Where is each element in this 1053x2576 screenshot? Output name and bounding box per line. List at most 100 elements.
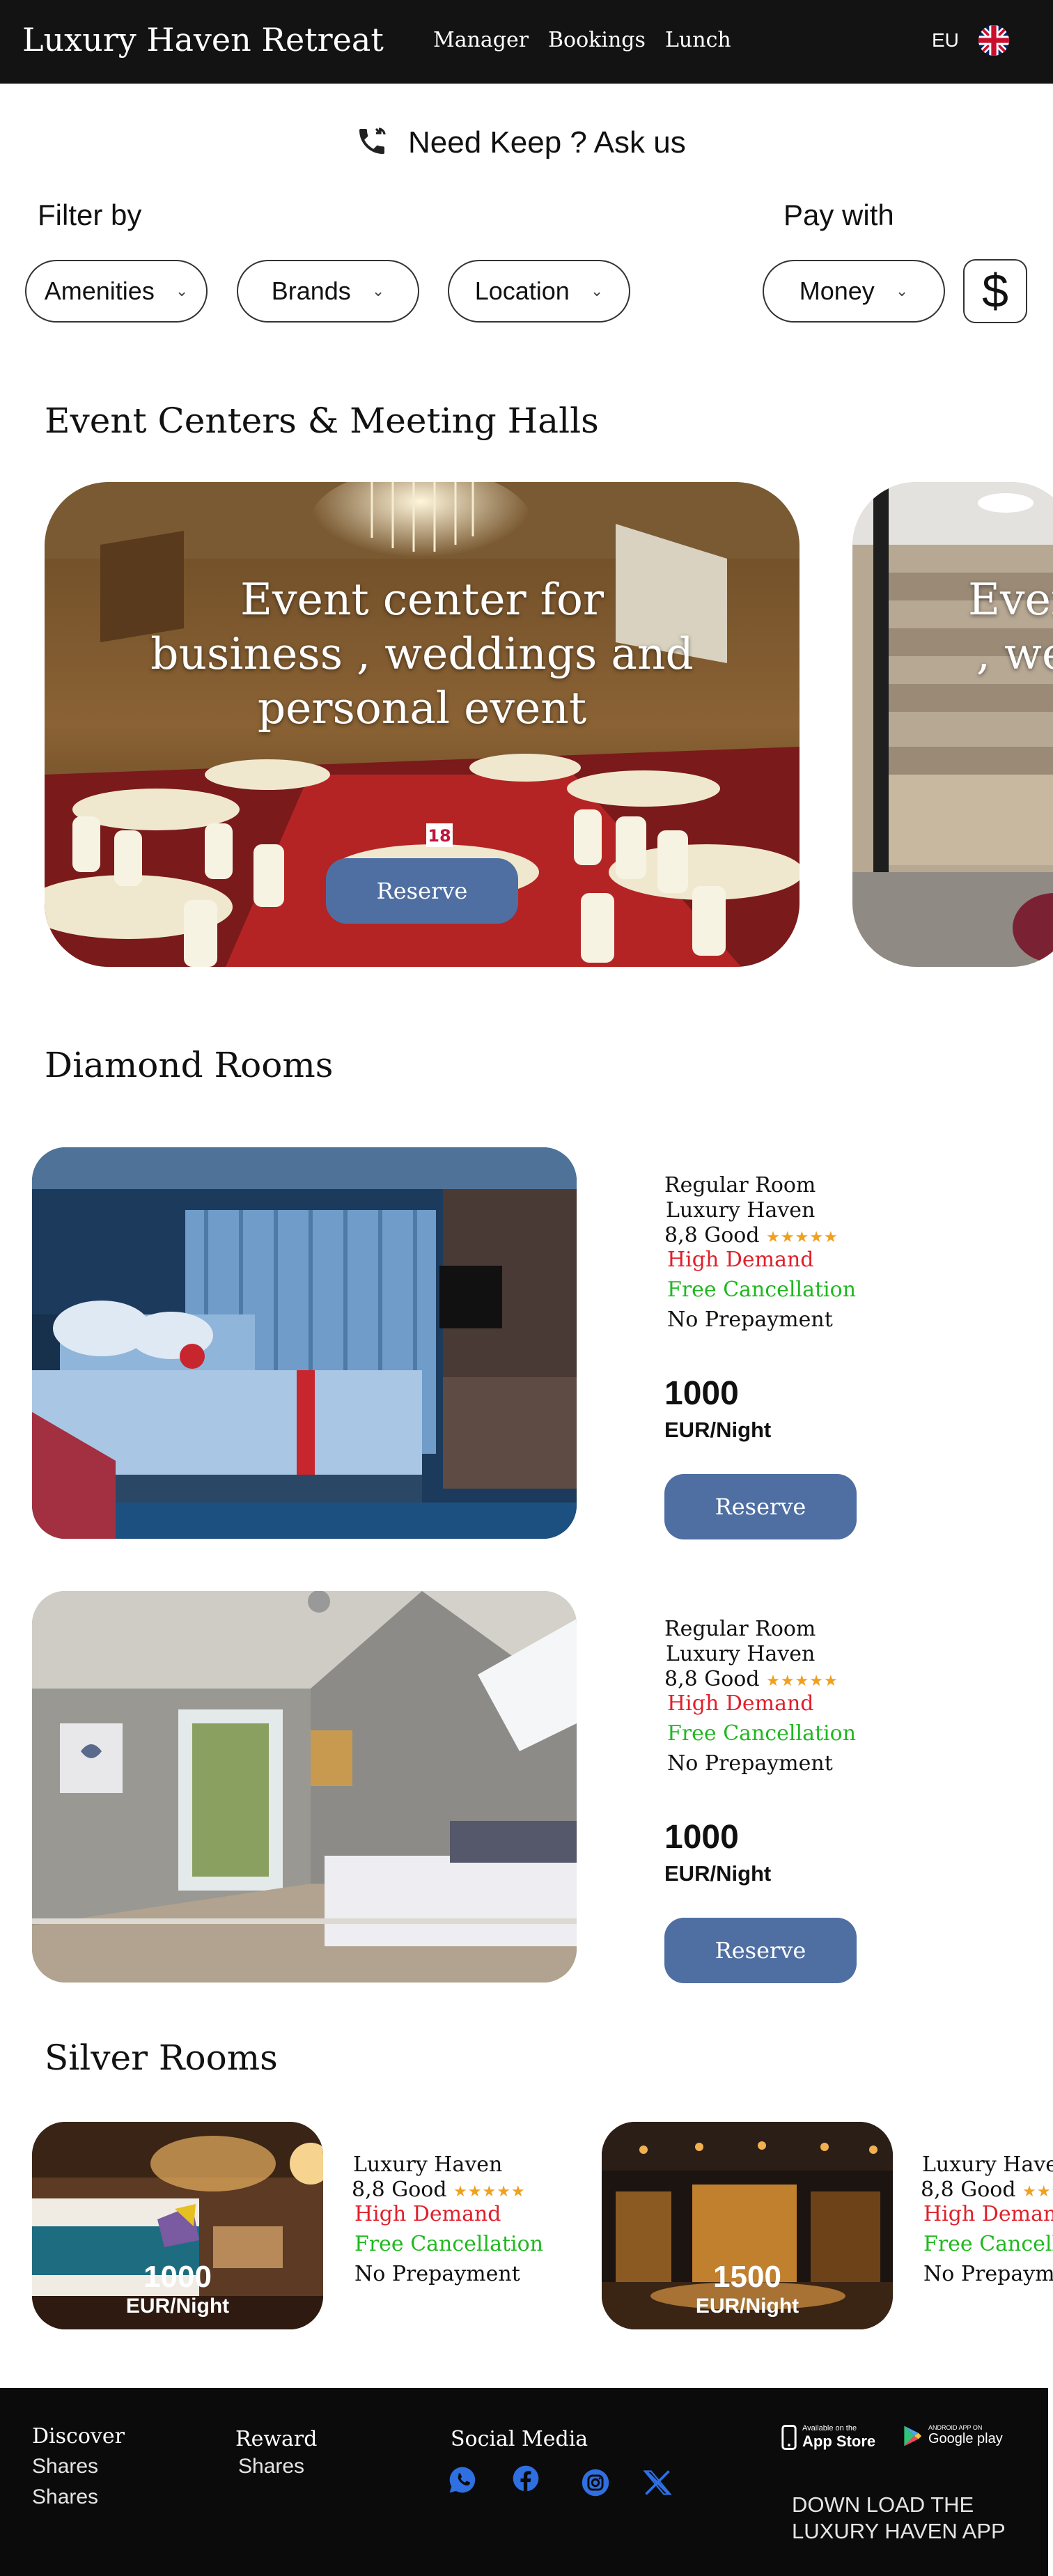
nav-lunch[interactable]: Lunch — [665, 28, 731, 52]
pay-label: Pay with — [783, 199, 894, 231]
room-name: Luxury Haven — [922, 2152, 1053, 2177]
x-icon[interactable] — [642, 2467, 673, 2498]
app-store-small: Available on the — [802, 2424, 857, 2433]
events-heading: Event Centers & Meeting Halls — [45, 401, 599, 441]
room-rating-row: 8,8 Good ★★★★★ — [664, 1667, 856, 1691]
help-row[interactable]: Need Keep ? Ask us — [355, 122, 686, 164]
silver-price: 1500 — [713, 2260, 781, 2294]
room-rating: 8,8 Good — [664, 1223, 760, 1248]
amenities-dropdown[interactable]: Amenities ⌄ — [25, 260, 208, 323]
top-bar: Luxury Haven Retreat Manager Bookings Lu… — [0, 0, 1053, 84]
silver-room-image[interactable]: 1500 EUR/Night — [602, 2122, 893, 2329]
room-type: Regular Room — [664, 1173, 816, 1197]
footer-reward-title: Reward — [235, 2427, 318, 2451]
star-rating-icon: ★★★★★ — [766, 1673, 838, 1690]
location-dropdown[interactable]: Location ⌄ — [448, 260, 630, 323]
download-line-1: DOWN LOAD THE — [792, 2492, 974, 2517]
footer-discover-title: Discover — [32, 2424, 125, 2449]
star-rating-icon: ★★★★★ — [766, 1229, 838, 1246]
room-rating: 8,8 Good — [352, 2178, 447, 2202]
silver-price-unit: EUR/Night — [125, 2295, 230, 2318]
event-card-title: Event center for business , weddings and… — [150, 574, 694, 734]
currency-button[interactable]: $ — [963, 259, 1027, 323]
event-card-2-title-line2: , we — [976, 628, 1053, 679]
chevron-down-icon: ⌄ — [895, 282, 909, 300]
demand-badge: High Demand — [667, 1691, 814, 1716]
room-name: Luxury Haven — [353, 2152, 503, 2177]
chevron-down-icon: ⌄ — [371, 282, 385, 300]
room-price: 1000 — [664, 1819, 739, 1856]
instagram-icon[interactable] — [580, 2467, 611, 2498]
app-store-badge[interactable]: Available on the App Store — [781, 2424, 875, 2451]
cancellation-label: Free Cancellation — [667, 1721, 857, 1746]
language-label[interactable]: EU — [932, 29, 959, 52]
demand-badge: High Demand — [354, 2202, 501, 2226]
brands-dropdown[interactable]: Brands ⌄ — [237, 260, 419, 323]
room-rating-row: 8,8 Good ★★★★★ — [921, 2178, 1053, 2202]
room-image[interactable] — [32, 1147, 577, 1539]
room-rating: 8,8 Good — [921, 2178, 1016, 2202]
silver-room-info: Luxury Haven 8,8 Good ★★★★★ High Demand … — [921, 2152, 1053, 2286]
cancellation-label: Free Cancellation — [923, 2232, 1053, 2256]
cancellation-label: Free Cancellation — [354, 2232, 544, 2256]
chevron-down-icon: ⌄ — [590, 282, 604, 300]
blue-bedroom-image — [32, 1147, 577, 1539]
silver-room-info: Luxury Haven 8,8 Good ★★★★★ High Demand … — [352, 2152, 543, 2286]
room-rating-row: 8,8 Good ★★★★★ — [664, 1223, 856, 1248]
event-reserve-button[interactable]: Reserve — [326, 858, 518, 924]
brand-logo[interactable]: Luxury Haven Retreat — [22, 21, 384, 59]
star-rating-icon: ★★★★★ — [453, 2183, 526, 2201]
room-reserve-button[interactable]: Reserve — [664, 1918, 857, 1983]
filter-label: Filter by — [38, 199, 142, 231]
google-play-icon — [904, 2425, 922, 2446]
amenities-label: Amenities — [44, 277, 155, 305]
silver-heading: Silver Rooms — [45, 2038, 278, 2078]
location-label: Location — [474, 277, 570, 305]
google-play-big: Google play — [928, 2431, 1003, 2446]
room-price-unit: EUR/Night — [664, 1861, 772, 1886]
room-name: Luxury Haven — [666, 1198, 816, 1223]
phone-icon — [781, 2425, 797, 2450]
room-type: Regular Room — [664, 1617, 816, 1641]
prepayment-label: No Prepayment — [923, 2262, 1053, 2286]
room-name: Luxury Haven — [666, 1642, 816, 1666]
room-price-unit: EUR/Night — [664, 1418, 772, 1442]
room-rating-row: 8,8 Good ★★★★★ — [352, 2178, 543, 2202]
prepayment-label: No Prepayment — [354, 2262, 520, 2286]
silver-room-image[interactable]: 1000 EUR/Night — [32, 2122, 323, 2329]
footer-link[interactable]: Shares — [32, 2485, 98, 2509]
silver-price: 1000 — [143, 2260, 212, 2294]
google-play-badge[interactable]: ANDROID APP ON Google play — [902, 2424, 1003, 2447]
money-label: Money — [799, 277, 875, 305]
room-reserve-button[interactable]: Reserve — [664, 1474, 857, 1539]
room-image[interactable] — [32, 1591, 577, 1983]
prepayment-label: No Prepayment — [667, 1751, 833, 1776]
uk-flag-icon[interactable] — [978, 25, 1009, 56]
silver-price-unit: EUR/Night — [695, 2295, 800, 2318]
table-number: 18 — [428, 826, 451, 846]
whatsapp-icon[interactable] — [447, 2465, 478, 2495]
money-dropdown[interactable]: Money ⌄ — [763, 260, 945, 323]
nav-bookings[interactable]: Bookings — [548, 28, 646, 52]
phone-icon — [355, 125, 389, 162]
demand-badge: High Demand — [667, 1248, 814, 1272]
footer-social-title: Social Media — [451, 2427, 588, 2451]
event-card[interactable]: Even , we — [852, 482, 1053, 967]
download-line-2: LUXURY HAVEN APP — [792, 2519, 1006, 2543]
facebook-icon[interactable] — [510, 2463, 541, 2494]
room-rating: 8,8 Good — [664, 1667, 760, 1691]
event-card[interactable]: 18 Event center for business , weddings … — [45, 482, 800, 967]
cancellation-label: Free Cancellation — [667, 1278, 857, 1302]
google-play-small: ANDROID APP ON — [928, 2424, 983, 2431]
nav-manager[interactable]: Manager — [433, 28, 529, 52]
footer-link[interactable]: Shares — [238, 2455, 304, 2478]
diamond-heading: Diamond Rooms — [45, 1045, 334, 1085]
footer-link[interactable]: Shares — [32, 2455, 98, 2478]
room-info: Regular Room Luxury Haven 8,8 Good ★★★★★… — [664, 1617, 856, 1776]
chevron-down-icon: ⌄ — [175, 282, 189, 300]
meeting-room-image — [852, 482, 1053, 967]
help-text[interactable]: Need Keep ? Ask us — [408, 125, 686, 160]
room-price: 1000 — [664, 1375, 739, 1412]
demand-badge: High Demand — [923, 2202, 1053, 2226]
attic-bedroom-image — [32, 1591, 577, 1983]
